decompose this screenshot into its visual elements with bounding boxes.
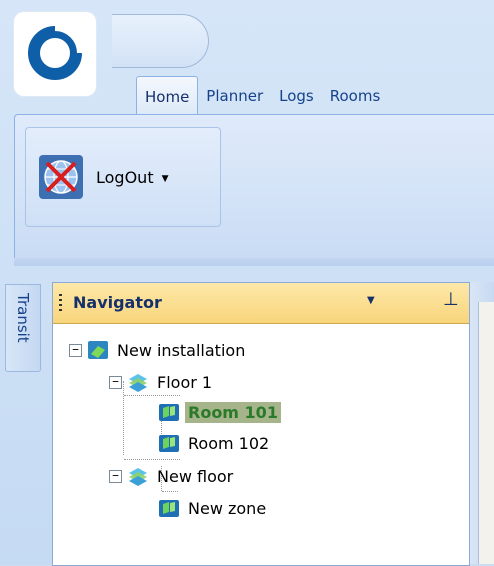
navigator-tree: − New installation − Floor 1 Room 101 Ro… bbox=[53, 323, 469, 563]
chevron-down-icon[interactable]: ▼ bbox=[162, 174, 169, 184]
app-logo-icon bbox=[28, 25, 83, 80]
content-area bbox=[478, 302, 494, 564]
content-area-edge bbox=[470, 282, 494, 564]
room-icon bbox=[159, 435, 179, 452]
transit-side-tab[interactable]: Transit bbox=[5, 284, 41, 372]
collapse-toggle-icon[interactable]: − bbox=[69, 343, 82, 357]
room-icon bbox=[159, 500, 179, 517]
tab-home[interactable]: Home bbox=[136, 76, 199, 115]
room-icon bbox=[159, 404, 179, 421]
tree-node-floor[interactable]: − Floor 1 bbox=[109, 367, 215, 397]
app-window: Home Planner Logs Rooms LogOut ▼ Transit bbox=[0, 0, 494, 566]
collapse-toggle-icon[interactable]: − bbox=[109, 469, 122, 483]
ribbon-tabs: Home Planner Logs Rooms bbox=[136, 76, 389, 115]
floor-icon bbox=[129, 374, 147, 392]
transit-tab-label: Transit bbox=[14, 293, 32, 343]
dropdown-arrow-icon[interactable]: ▼ bbox=[367, 295, 375, 306]
quick-access-toolbar[interactable] bbox=[112, 14, 209, 68]
tree-node-label: New zone bbox=[188, 498, 267, 518]
navigator-header: Navigator ▼ ⊥ bbox=[53, 283, 469, 324]
logout-button[interactable]: LogOut ▼ bbox=[25, 127, 221, 227]
tab-logs[interactable]: Logs bbox=[271, 76, 322, 114]
navigator-panel: Navigator ▼ ⊥ − New installation − Floor… bbox=[52, 282, 470, 566]
ribbon-footer bbox=[14, 258, 494, 266]
tree-node-room[interactable]: Room 102 bbox=[153, 428, 272, 458]
tab-rooms[interactable]: Rooms bbox=[322, 76, 389, 114]
logout-label: LogOut bbox=[96, 167, 154, 187]
ribbon-panel: LogOut ▼ bbox=[14, 114, 494, 266]
tree-node-label: Room 101 bbox=[185, 401, 281, 423]
tab-planner[interactable]: Planner bbox=[198, 76, 271, 114]
globe-cross-icon bbox=[39, 155, 83, 199]
tree-node-root[interactable]: − New installation bbox=[69, 335, 248, 365]
app-menu-button[interactable] bbox=[14, 12, 96, 96]
collapse-toggle-icon[interactable]: − bbox=[109, 375, 122, 389]
tree-node-room[interactable]: Room 101 bbox=[153, 397, 281, 427]
tree-node-label: New floor bbox=[157, 466, 234, 486]
tree-node-floor[interactable]: − New floor bbox=[109, 461, 236, 491]
pin-icon[interactable]: ⊥ bbox=[443, 289, 459, 310]
drag-grip-icon[interactable] bbox=[59, 294, 62, 314]
tree-node-label: Room 102 bbox=[188, 433, 270, 453]
navigator-title: Navigator bbox=[73, 293, 162, 312]
tree-node-zone[interactable]: New zone bbox=[153, 493, 269, 523]
installation-icon bbox=[88, 341, 108, 359]
floor-icon bbox=[129, 468, 147, 486]
tree-node-label: New installation bbox=[117, 340, 246, 360]
tree-node-label: Floor 1 bbox=[157, 372, 213, 392]
